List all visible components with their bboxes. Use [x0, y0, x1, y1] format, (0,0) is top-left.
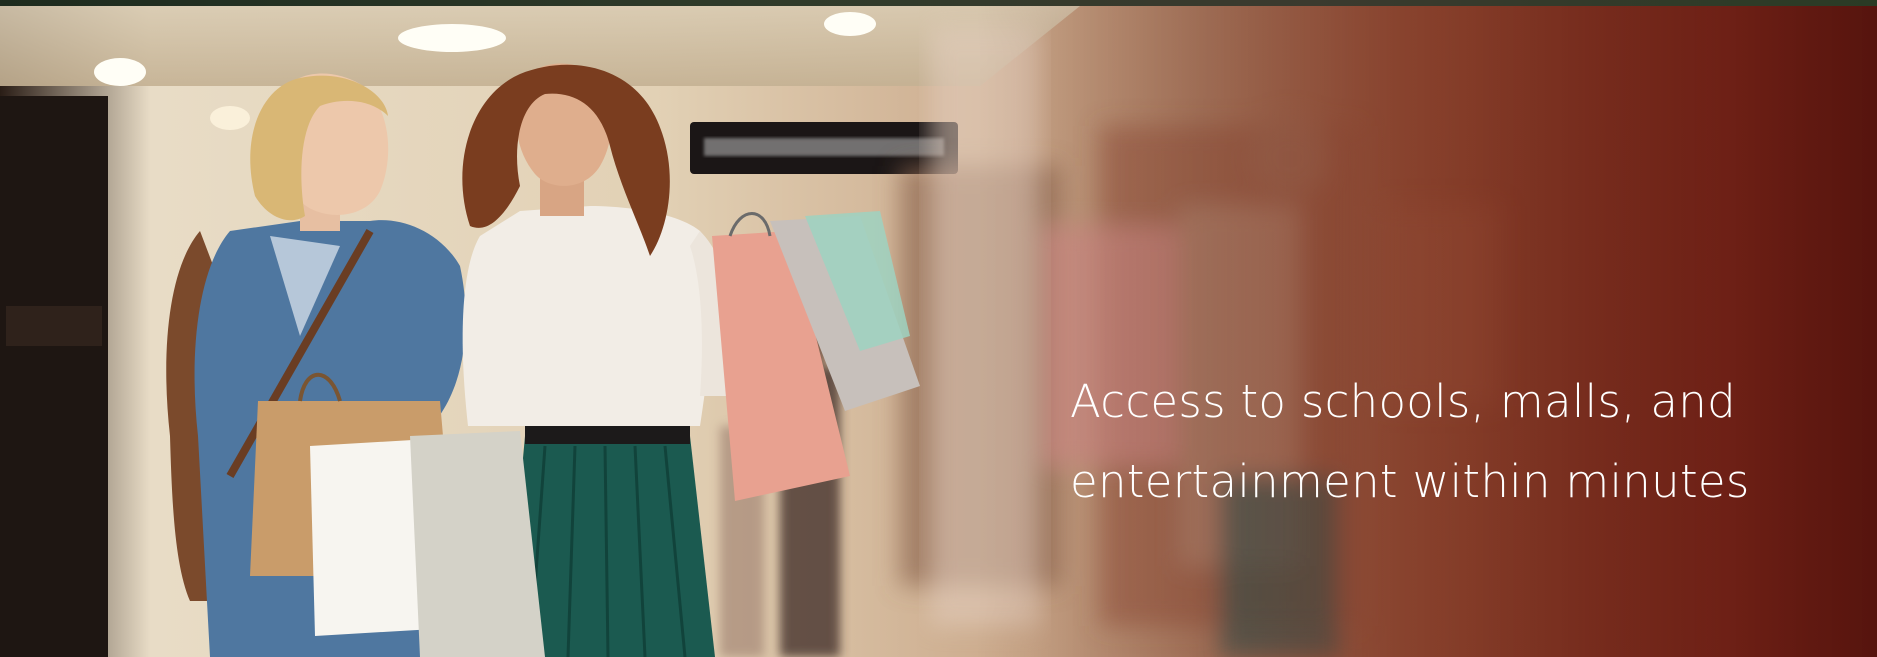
- hero-banner: Access to schools, malls, and entertainm…: [0, 0, 1877, 657]
- gradient-overlay: [0, 6, 1877, 657]
- caption-line-1: Access to schools, malls, and: [1070, 375, 1736, 428]
- banner-caption: Access to schools, malls, and entertainm…: [1070, 362, 1830, 522]
- caption-line-2: entertainment within minutes: [1070, 455, 1750, 508]
